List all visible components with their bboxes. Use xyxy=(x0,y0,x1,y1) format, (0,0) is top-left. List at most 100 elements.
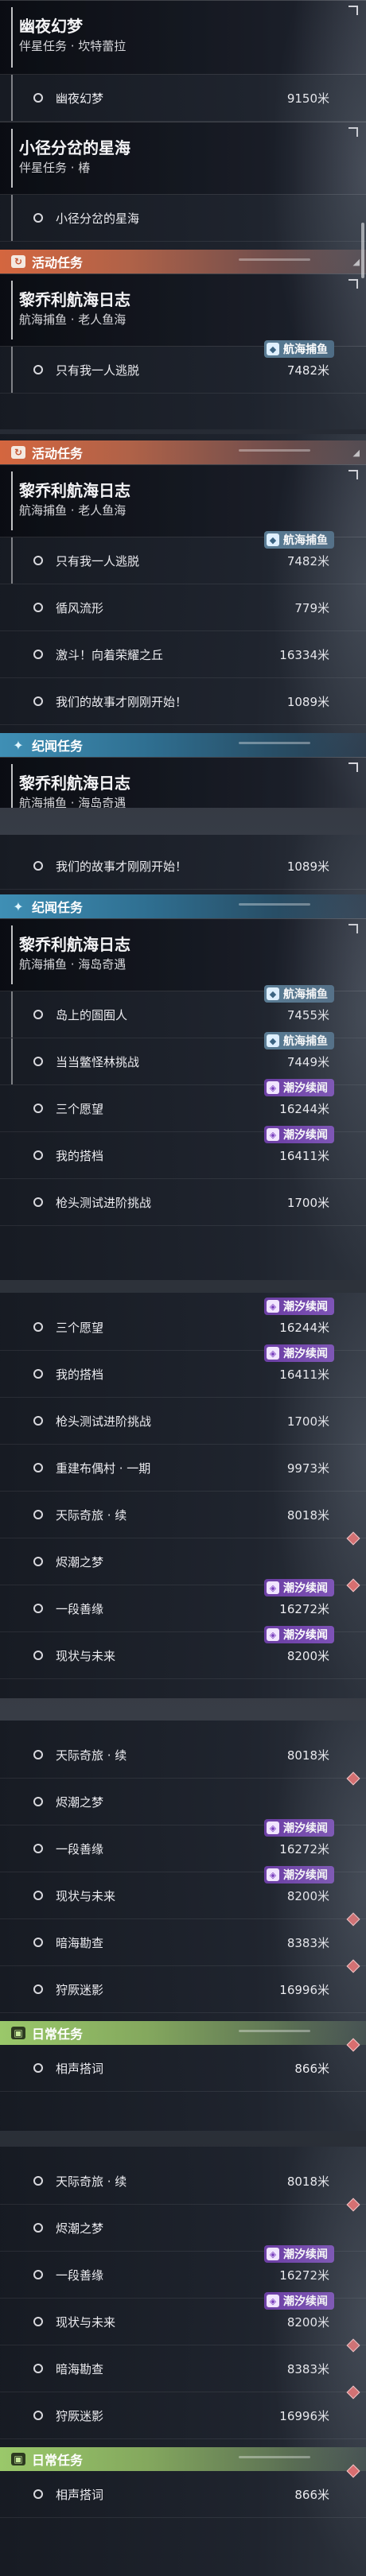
quest-row[interactable]: 枪头测试进阶挑战 1700米 xyxy=(0,1398,366,1445)
tide-icon: ◈ xyxy=(267,1581,279,1594)
quest-card[interactable]: 黎乔利航海日志 航海捕鱼 · 老人鱼海 xyxy=(0,464,366,537)
fishing-badge: ◆ 航海捕鱼 xyxy=(264,340,334,358)
tide-badge: ◈ 潮汐续闻 xyxy=(264,1298,334,1315)
quest-distance: 9973米 xyxy=(286,1461,329,1476)
scrollbar-thumb[interactable] xyxy=(361,223,364,278)
quest-name: 我的搭档 xyxy=(56,1367,104,1382)
quest-subtitle: 航海捕鱼 · 海岛奇遇 xyxy=(19,796,127,808)
quest-name: 我们的故事才刚刚开始！ xyxy=(56,694,188,709)
section-header-daily[interactable]: ▣ 日常任务 xyxy=(0,2021,366,2045)
calendar-icon: ▣ xyxy=(11,2453,25,2465)
quest-row[interactable]: 循风流形 779米 xyxy=(0,584,366,631)
circle-icon xyxy=(33,650,43,659)
quest-card[interactable]: 黎乔利航海日志 航海捕鱼 · 老人鱼海 xyxy=(0,274,366,347)
quest-row[interactable]: 重建布偶村 · 一期 9973米 xyxy=(0,1445,366,1492)
quest-row[interactable]: ◈ 潮汐续闻 现状与未来 8200米 xyxy=(0,2292,366,2345)
quest-row[interactable]: 天际奇旅 · 续 8018米 xyxy=(0,1492,366,1538)
corner-deco xyxy=(348,6,358,15)
quest-row[interactable]: ◈ 潮汐续闻 我的搭档 16411米 xyxy=(0,1126,366,1179)
badge-label: 潮汐续闻 xyxy=(283,1582,328,1595)
circle-icon xyxy=(33,1750,43,1759)
quest-row[interactable]: 相声搭词 866米 xyxy=(0,2464,366,2518)
quest-row[interactable]: 天际奇旅 · 续 8018米 xyxy=(0,1732,366,1779)
fish-icon: ◆ xyxy=(267,987,279,1000)
subtask-row[interactable]: 幽夜幻梦 9150米 xyxy=(0,75,366,122)
calendar-icon: ▣ xyxy=(11,2027,25,2039)
circle-icon xyxy=(33,2270,43,2279)
quest-panel-1: 幽夜幻梦 伴星任务 · 坎特蕾拉 幽夜幻梦 9150米 小径分岔的星海 伴星任务… xyxy=(0,0,366,429)
circle-icon xyxy=(33,1197,43,1207)
quest-panel-6: 天际奇旅 · 续 8018米 烬潮之梦 ◈ 潮汐续闻 一段善缘 16272米 ◈ 潮… xyxy=(0,2147,366,2576)
quest-distance: 16244米 xyxy=(279,1320,329,1335)
circle-icon xyxy=(33,2176,43,2186)
tide-badge: ◈ 潮汐续闻 xyxy=(264,1866,334,1884)
circle-icon xyxy=(33,1510,43,1519)
quest-row[interactable]: ◈ 潮汐续闻 现状与未来 8200米 xyxy=(0,1626,366,1679)
quest-name: 天际奇旅 · 续 xyxy=(56,1507,127,1523)
quest-row[interactable]: 天际奇旅 · 续 8018米 xyxy=(0,2158,366,2205)
circle-icon xyxy=(33,1369,43,1379)
circle-icon xyxy=(33,696,43,706)
section-header-activity[interactable]: ↻ 活动任务 ◢ xyxy=(0,250,366,274)
fishing-badge: ◆ 航海捕鱼 xyxy=(264,985,334,1003)
header-deco xyxy=(239,258,310,261)
quest-name: 烬潮之梦 xyxy=(56,1794,104,1810)
subtask-row[interactable]: ◆ 航海捕鱼 只有我一人逃脱 7482米 xyxy=(0,531,366,584)
quest-row[interactable]: 枪头测试进阶挑战 1700米 xyxy=(0,1179,366,1226)
quest-row[interactable]: ◈ 潮汐续闻 我的搭档 16411米 xyxy=(0,1344,366,1398)
section-label: 纪闻任务 xyxy=(32,900,84,915)
quest-row[interactable]: 狩厥迷影 16996米 xyxy=(0,2385,366,2439)
quest-panel-4: ◈ 潮汐续闻 三个愿望 16244米 ◈ 潮汐续闻 我的搭档 16411米 枪头测试… xyxy=(0,1293,366,1698)
quest-row[interactable]: 相声搭词 866米 xyxy=(0,2038,366,2092)
tide-icon: ◈ xyxy=(267,1081,279,1094)
header-deco xyxy=(239,449,310,452)
quest-title: 黎乔利航海日志 xyxy=(19,774,130,793)
activity-icon: ↻ xyxy=(11,255,25,268)
row-bar xyxy=(11,1038,13,1084)
quest-name: 狩厥迷影 xyxy=(56,2408,104,2423)
circle-icon xyxy=(33,1844,43,1853)
subtask-distance: 7482米 xyxy=(286,553,329,568)
quest-row[interactable]: 暗海勘查 8383米 xyxy=(0,1912,366,1966)
quest-card[interactable]: 黎乔利航海日志 航海捕鱼 · 海岛奇遇 xyxy=(0,918,366,991)
row-bar xyxy=(11,195,13,241)
quest-panel-2: ↻ 活动任务 ◢ 黎乔利航海日志 航海捕鱼 · 老人鱼海 ◆ 航海捕鱼 只有我一人… xyxy=(0,434,366,808)
quest-row[interactable]: 我们的故事才刚刚开始！ 1089米 xyxy=(0,678,366,725)
quest-row[interactable]: 激斗！向着荣耀之丘 16334米 xyxy=(0,631,366,678)
quest-title: 幽夜幻梦 xyxy=(19,17,83,36)
quest-name: 现状与未来 xyxy=(56,1648,116,1663)
circle-icon xyxy=(33,1651,43,1660)
subtask-name: 只有我一人逃脱 xyxy=(56,363,140,378)
tide-badge: ◈ 潮汐续闻 xyxy=(264,2292,334,2310)
section-header-activity[interactable]: ↻ 活动任务 ◢ xyxy=(0,440,366,464)
quest-row[interactable]: ◈ 潮汐续闻 现状与未来 8200米 xyxy=(0,1866,366,1919)
circle-icon xyxy=(33,93,43,103)
badge-label: 潮汐续闻 xyxy=(283,2295,328,2308)
subtask-row[interactable]: ◆ 航海捕鱼 只有我一人逃脱 7482米 xyxy=(0,340,366,394)
corner-deco xyxy=(348,279,358,289)
badge-label: 潮汐续闻 xyxy=(283,1082,328,1095)
section-header-daily[interactable]: ▣ 日常任务 xyxy=(0,2447,366,2471)
fish-icon: ◆ xyxy=(267,343,279,355)
quest-title: 黎乔利航海日志 xyxy=(19,481,130,500)
fishing-badge: ◆ 航海捕鱼 xyxy=(264,1032,334,1049)
quest-row[interactable]: 狩厥迷影 16996米 xyxy=(0,1959,366,2013)
fishing-badge: ◆ 航海捕鱼 xyxy=(264,531,334,549)
quest-card[interactable]: 幽夜幻梦 伴星任务 · 坎特蕾拉 xyxy=(0,0,366,75)
tide-icon: ◈ xyxy=(267,1868,279,1881)
subtask-row[interactable]: 小径分岔的星海 xyxy=(0,195,366,242)
tide-badge: ◈ 潮汐续闻 xyxy=(264,1344,334,1362)
quest-card[interactable]: 小径分岔的星海 伴星任务 · 椿 xyxy=(0,122,366,195)
tide-icon: ◈ xyxy=(267,1628,279,1641)
subtask-distance: 9150米 xyxy=(286,91,329,106)
quest-distance: 866米 xyxy=(294,2487,329,2502)
quest-row[interactable]: 暗海勘查 8383米 xyxy=(0,2338,366,2392)
section-header-legend[interactable]: ✦ 纪闻任务 xyxy=(0,894,366,918)
quest-row[interactable]: 我们的故事才刚刚开始！ 1089米 xyxy=(0,843,366,890)
circle-icon xyxy=(33,1416,43,1426)
quest-card[interactable]: 黎乔利航海日志 航海捕鱼 · 海岛奇遇 xyxy=(0,757,366,808)
quest-distance: 8200米 xyxy=(286,1648,329,1663)
section-header-legend[interactable]: ✦ 纪闻任务 xyxy=(0,733,366,757)
row-bar xyxy=(11,75,13,121)
corner-deco xyxy=(348,127,358,137)
